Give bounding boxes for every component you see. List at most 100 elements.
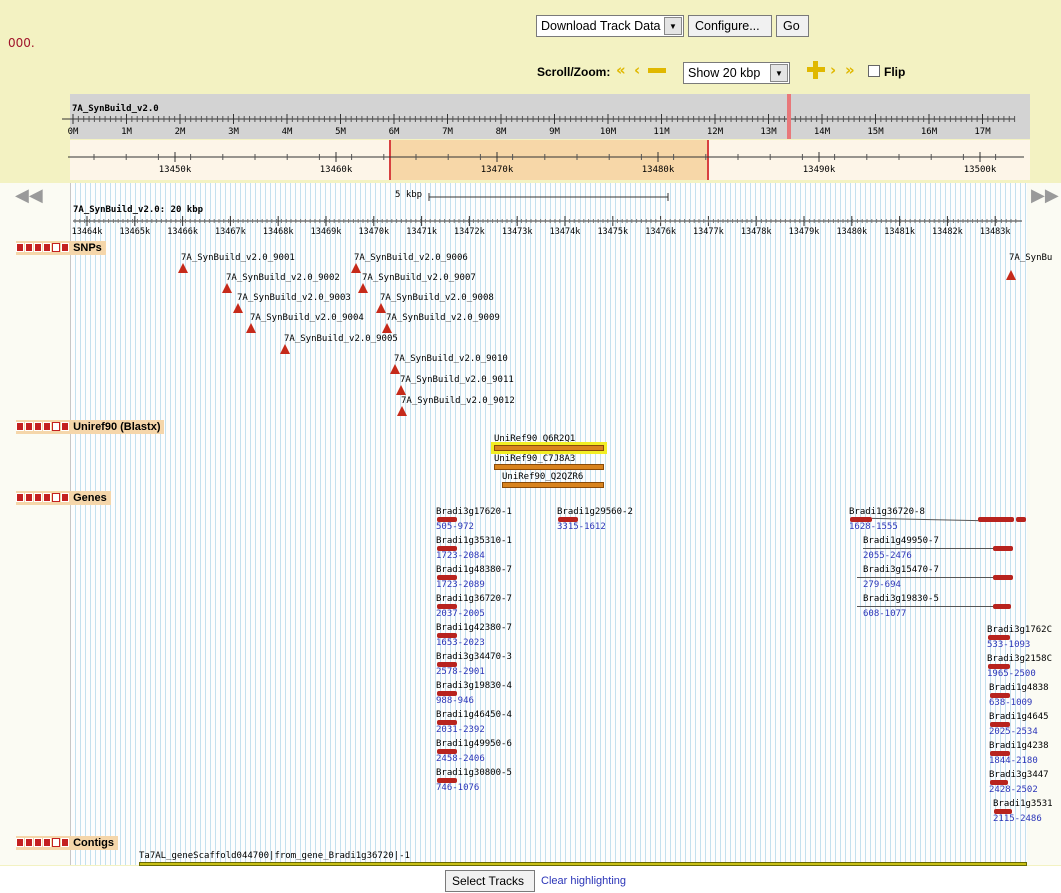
track-down-icon[interactable] bbox=[34, 493, 42, 502]
select-tracks-button[interactable]: Select Tracks bbox=[445, 870, 535, 892]
gene-range-link[interactable]: 2115-2486 bbox=[993, 814, 1042, 824]
track-close-icon[interactable] bbox=[16, 422, 24, 431]
flip-checkbox[interactable] bbox=[868, 65, 880, 77]
scroll-far-left-icon[interactable]: « bbox=[616, 62, 626, 78]
track-down-icon[interactable] bbox=[34, 838, 42, 847]
overview-tick-label: 6M bbox=[389, 127, 400, 137]
gene-range-link[interactable]: 279-694 bbox=[863, 580, 901, 590]
scale-bar-label: 5 kbp bbox=[395, 190, 423, 200]
track-close-icon[interactable] bbox=[25, 838, 33, 847]
overview-tick-label: 17M bbox=[974, 127, 991, 137]
gene-range-link[interactable]: 2578-2901 bbox=[436, 667, 485, 677]
gene-feature[interactable] bbox=[993, 604, 1011, 609]
gene-range-link[interactable]: 1628-1555 bbox=[849, 522, 898, 532]
scroll-left-icon[interactable]: ‹ bbox=[634, 62, 640, 78]
go-button[interactable]: Go bbox=[776, 15, 809, 37]
scroll-far-right-icon[interactable]: » bbox=[845, 62, 855, 78]
detail-tick-label: 13471k bbox=[406, 227, 437, 237]
scroll-right-icon[interactable]: › bbox=[830, 62, 836, 78]
gene-range-link[interactable]: 1723-2084 bbox=[436, 551, 485, 561]
snp-marker[interactable] bbox=[390, 364, 400, 374]
gene-range-link[interactable]: 1723-2089 bbox=[436, 580, 485, 590]
gene-range-link[interactable]: 608-1077 bbox=[863, 609, 906, 619]
uniref-feature[interactable] bbox=[494, 445, 604, 451]
track-help-icon[interactable] bbox=[52, 838, 60, 847]
track-close-icon[interactable] bbox=[25, 493, 33, 502]
track-edit-icon[interactable] bbox=[43, 422, 51, 431]
gene-range-link[interactable]: 1844-2180 bbox=[989, 756, 1038, 766]
track-label-contigs[interactable]: Contigs bbox=[16, 836, 119, 850]
track-help-icon[interactable] bbox=[52, 243, 60, 252]
track-close-icon[interactable] bbox=[16, 243, 24, 252]
snp-marker[interactable] bbox=[382, 323, 392, 333]
gene-range-link[interactable]: 2037-2005 bbox=[436, 609, 485, 619]
gene-feature[interactable] bbox=[993, 575, 1013, 580]
snp-marker[interactable] bbox=[246, 323, 256, 333]
gene-range-link[interactable]: 2458-2406 bbox=[436, 754, 485, 764]
region-tick-label: 13460k bbox=[320, 165, 353, 175]
scroll-left-strip[interactable]: ◀◀ bbox=[0, 183, 70, 865]
snp-label: 7A_SynBuild_v2.0_9002 bbox=[226, 273, 340, 283]
track-down-icon[interactable] bbox=[34, 422, 42, 431]
snp-marker[interactable] bbox=[358, 283, 368, 293]
clear-highlighting-link[interactable]: Clear highlighting bbox=[541, 875, 626, 887]
gene-range-link[interactable]: 638-1009 bbox=[989, 698, 1032, 708]
snp-marker[interactable] bbox=[396, 385, 406, 395]
track-help-icon[interactable] bbox=[52, 422, 60, 431]
track-settings-icon[interactable] bbox=[61, 422, 69, 431]
track-close-icon[interactable] bbox=[16, 493, 24, 502]
gene-feature[interactable] bbox=[978, 517, 1014, 522]
track-label-uniref[interactable]: Uniref90 (Blastx) bbox=[16, 420, 165, 434]
track-down-icon[interactable] bbox=[34, 243, 42, 252]
snp-marker[interactable] bbox=[376, 303, 386, 313]
track-label-snps[interactable]: SNPs bbox=[16, 241, 106, 255]
track-settings-icon[interactable] bbox=[61, 243, 69, 252]
gene-range-link[interactable]: 746-1076 bbox=[436, 783, 479, 793]
zoom-select-value: Show 20 kbp bbox=[688, 66, 761, 80]
gene-range-link[interactable]: 2031-2392 bbox=[436, 725, 485, 735]
overview-position-marker[interactable] bbox=[787, 94, 791, 139]
gene-range-link[interactable]: 505-972 bbox=[436, 522, 474, 532]
snp-label: 7A_SynBuild_v2.0_9001 bbox=[181, 253, 295, 263]
gene-range-link[interactable]: 533-1093 bbox=[987, 640, 1030, 650]
gene-range-link[interactable]: 1653-2023 bbox=[436, 638, 485, 648]
configure-button[interactable]: Configure... bbox=[688, 15, 772, 37]
snp-marker[interactable] bbox=[280, 344, 290, 354]
gene-range-link[interactable]: 3315-1612 bbox=[557, 522, 606, 532]
track-label-genes[interactable]: Genes bbox=[16, 491, 111, 505]
snp-marker[interactable] bbox=[233, 303, 243, 313]
track-settings-icon[interactable] bbox=[61, 493, 69, 502]
overview-tick-label: 10M bbox=[600, 127, 617, 137]
uniref-feature[interactable] bbox=[494, 464, 604, 470]
track-close-icon[interactable] bbox=[25, 243, 33, 252]
track-close-icon[interactable] bbox=[25, 422, 33, 431]
snp-marker[interactable] bbox=[351, 263, 361, 273]
overview-tick-label: 12M bbox=[707, 127, 724, 137]
track-settings-icon[interactable] bbox=[61, 838, 69, 847]
track-help-icon[interactable] bbox=[52, 493, 60, 502]
snp-marker[interactable] bbox=[178, 263, 188, 273]
gene-name: Bradi1g36720-8 bbox=[849, 507, 925, 517]
gene-range-link[interactable]: 1965-2500 bbox=[987, 669, 1036, 679]
zoom-in-icon[interactable] bbox=[807, 61, 825, 79]
download-track-select[interactable]: Download Track Data ▼ bbox=[536, 15, 684, 37]
zoom-out-icon[interactable] bbox=[648, 68, 666, 73]
detail-tick-label: 13474k bbox=[550, 227, 581, 237]
gene-feature[interactable] bbox=[993, 546, 1013, 551]
track-edit-icon[interactable] bbox=[43, 493, 51, 502]
detail-tick-label: 13479k bbox=[789, 227, 820, 237]
gene-range-link[interactable]: 2025-2534 bbox=[989, 727, 1038, 737]
track-edit-icon[interactable] bbox=[43, 838, 51, 847]
gene-feature[interactable] bbox=[1016, 517, 1026, 522]
track-edit-icon[interactable] bbox=[43, 243, 51, 252]
zoom-select[interactable]: Show 20 kbp ▼ bbox=[683, 62, 790, 84]
gene-name: Bradi3g15470-7 bbox=[863, 565, 939, 575]
snp-marker[interactable] bbox=[222, 283, 232, 293]
snp-marker[interactable] bbox=[397, 406, 407, 416]
gene-range-link[interactable]: 2428-2502 bbox=[989, 785, 1038, 795]
track-close-icon[interactable] bbox=[16, 838, 24, 847]
uniref-feature[interactable] bbox=[502, 482, 604, 488]
gene-range-link[interactable]: 2055-2476 bbox=[863, 551, 912, 561]
gene-range-link[interactable]: 988-946 bbox=[436, 696, 474, 706]
snp-marker[interactable] bbox=[1006, 270, 1016, 280]
